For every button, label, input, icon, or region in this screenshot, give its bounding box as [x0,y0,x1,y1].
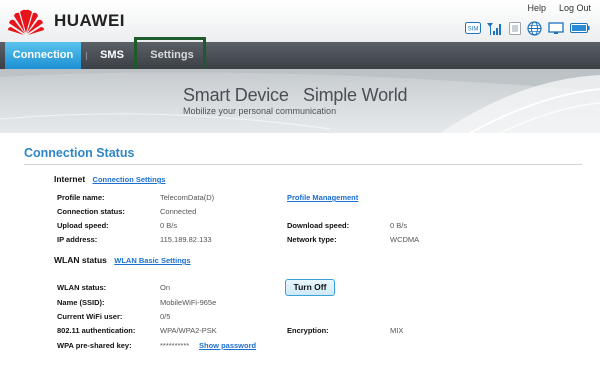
network-type-label: Network type: [287,235,337,244]
ssid-label: Name (SSID): [57,298,105,307]
wlan-heading: WLAN status WLAN Basic Settings [54,255,191,265]
connection-status-panel: Connection Status Internet Connection Se… [5,133,595,369]
encryption-value: MIX [390,326,404,335]
profile-name-label: Profile name: [57,193,105,202]
main-nav: Connection SMS Settings [0,42,600,69]
section-divider [24,164,582,165]
battery-icon [570,21,590,35]
top-links: Help Log Out [527,3,591,13]
wlan-basic-settings-link[interactable]: WLAN Basic Settings [114,256,190,265]
wlan-heading-label: WLAN status [54,255,107,265]
help-link[interactable]: Help [527,3,546,13]
download-speed-value: 0 B/s [390,221,408,230]
svg-text:SIM: SIM [468,27,479,33]
top-header: HUAWEI Help Log Out SIM [0,0,600,42]
profile-management-link[interactable]: Profile Management [287,193,358,202]
page-title: Connection Status [24,146,135,160]
upload-speed-value: 0 B/s [160,221,178,230]
encryption-label: Encryption: [287,326,329,335]
display-icon [548,21,564,35]
globe-icon [527,20,542,36]
connection-status-value: Connected [160,207,197,216]
internet-heading: Internet Connection Settings [54,174,165,184]
wlan-status-value: On [160,283,171,292]
upload-speed-label: Upload speed: [57,221,109,230]
show-password-link[interactable]: Show password [199,341,256,350]
huawei-petal-icon [8,9,44,35]
banner-subtitle: Mobilize your personal communication [183,106,337,116]
connection-settings-link[interactable]: Connection Settings [93,175,166,184]
nav-divider [86,52,87,60]
psk-label: WPA pre-shared key: [57,341,132,350]
banner: Smart Device Simple World Mobilize your … [0,69,600,133]
wifi-users-value: 0/5 [160,312,171,321]
brand-name: HUAWEI [54,11,125,30]
wifi-users-label: Current WiFi user: [57,312,123,321]
ssid-value: MobileWiFi-965e [160,298,217,307]
authentication-value: WPA/WPA2-PSK [160,326,217,335]
banner-title: Smart Device Simple World [183,85,408,105]
sms-status-icon [509,21,521,35]
download-speed-label: Download speed: [287,221,350,230]
authentication-label: 802.11 authentication: [57,326,136,335]
psk-value: ********** [160,341,190,350]
ip-address-value: 115.189.82.133 [160,235,212,244]
network-type-value: WCDMA [390,235,420,244]
ip-address-label: IP address: [57,235,98,244]
internet-heading-label: Internet [54,174,86,184]
sim-icon: SIM [465,21,481,35]
status-icons: SIM [465,20,590,36]
logout-link[interactable]: Log Out [559,3,591,13]
turn-off-wlan-button[interactable]: Turn Off [285,279,335,296]
wlan-status-label: WLAN status: [57,283,107,292]
profile-name-value: TelecomData(D) [160,193,215,202]
tab-sms[interactable]: SMS [90,42,134,69]
signal-icon [487,21,503,35]
tab-connection[interactable]: Connection [5,42,81,69]
connection-status-label: Connection status: [57,207,125,216]
huawei-logo: HUAWEI [6,5,226,37]
